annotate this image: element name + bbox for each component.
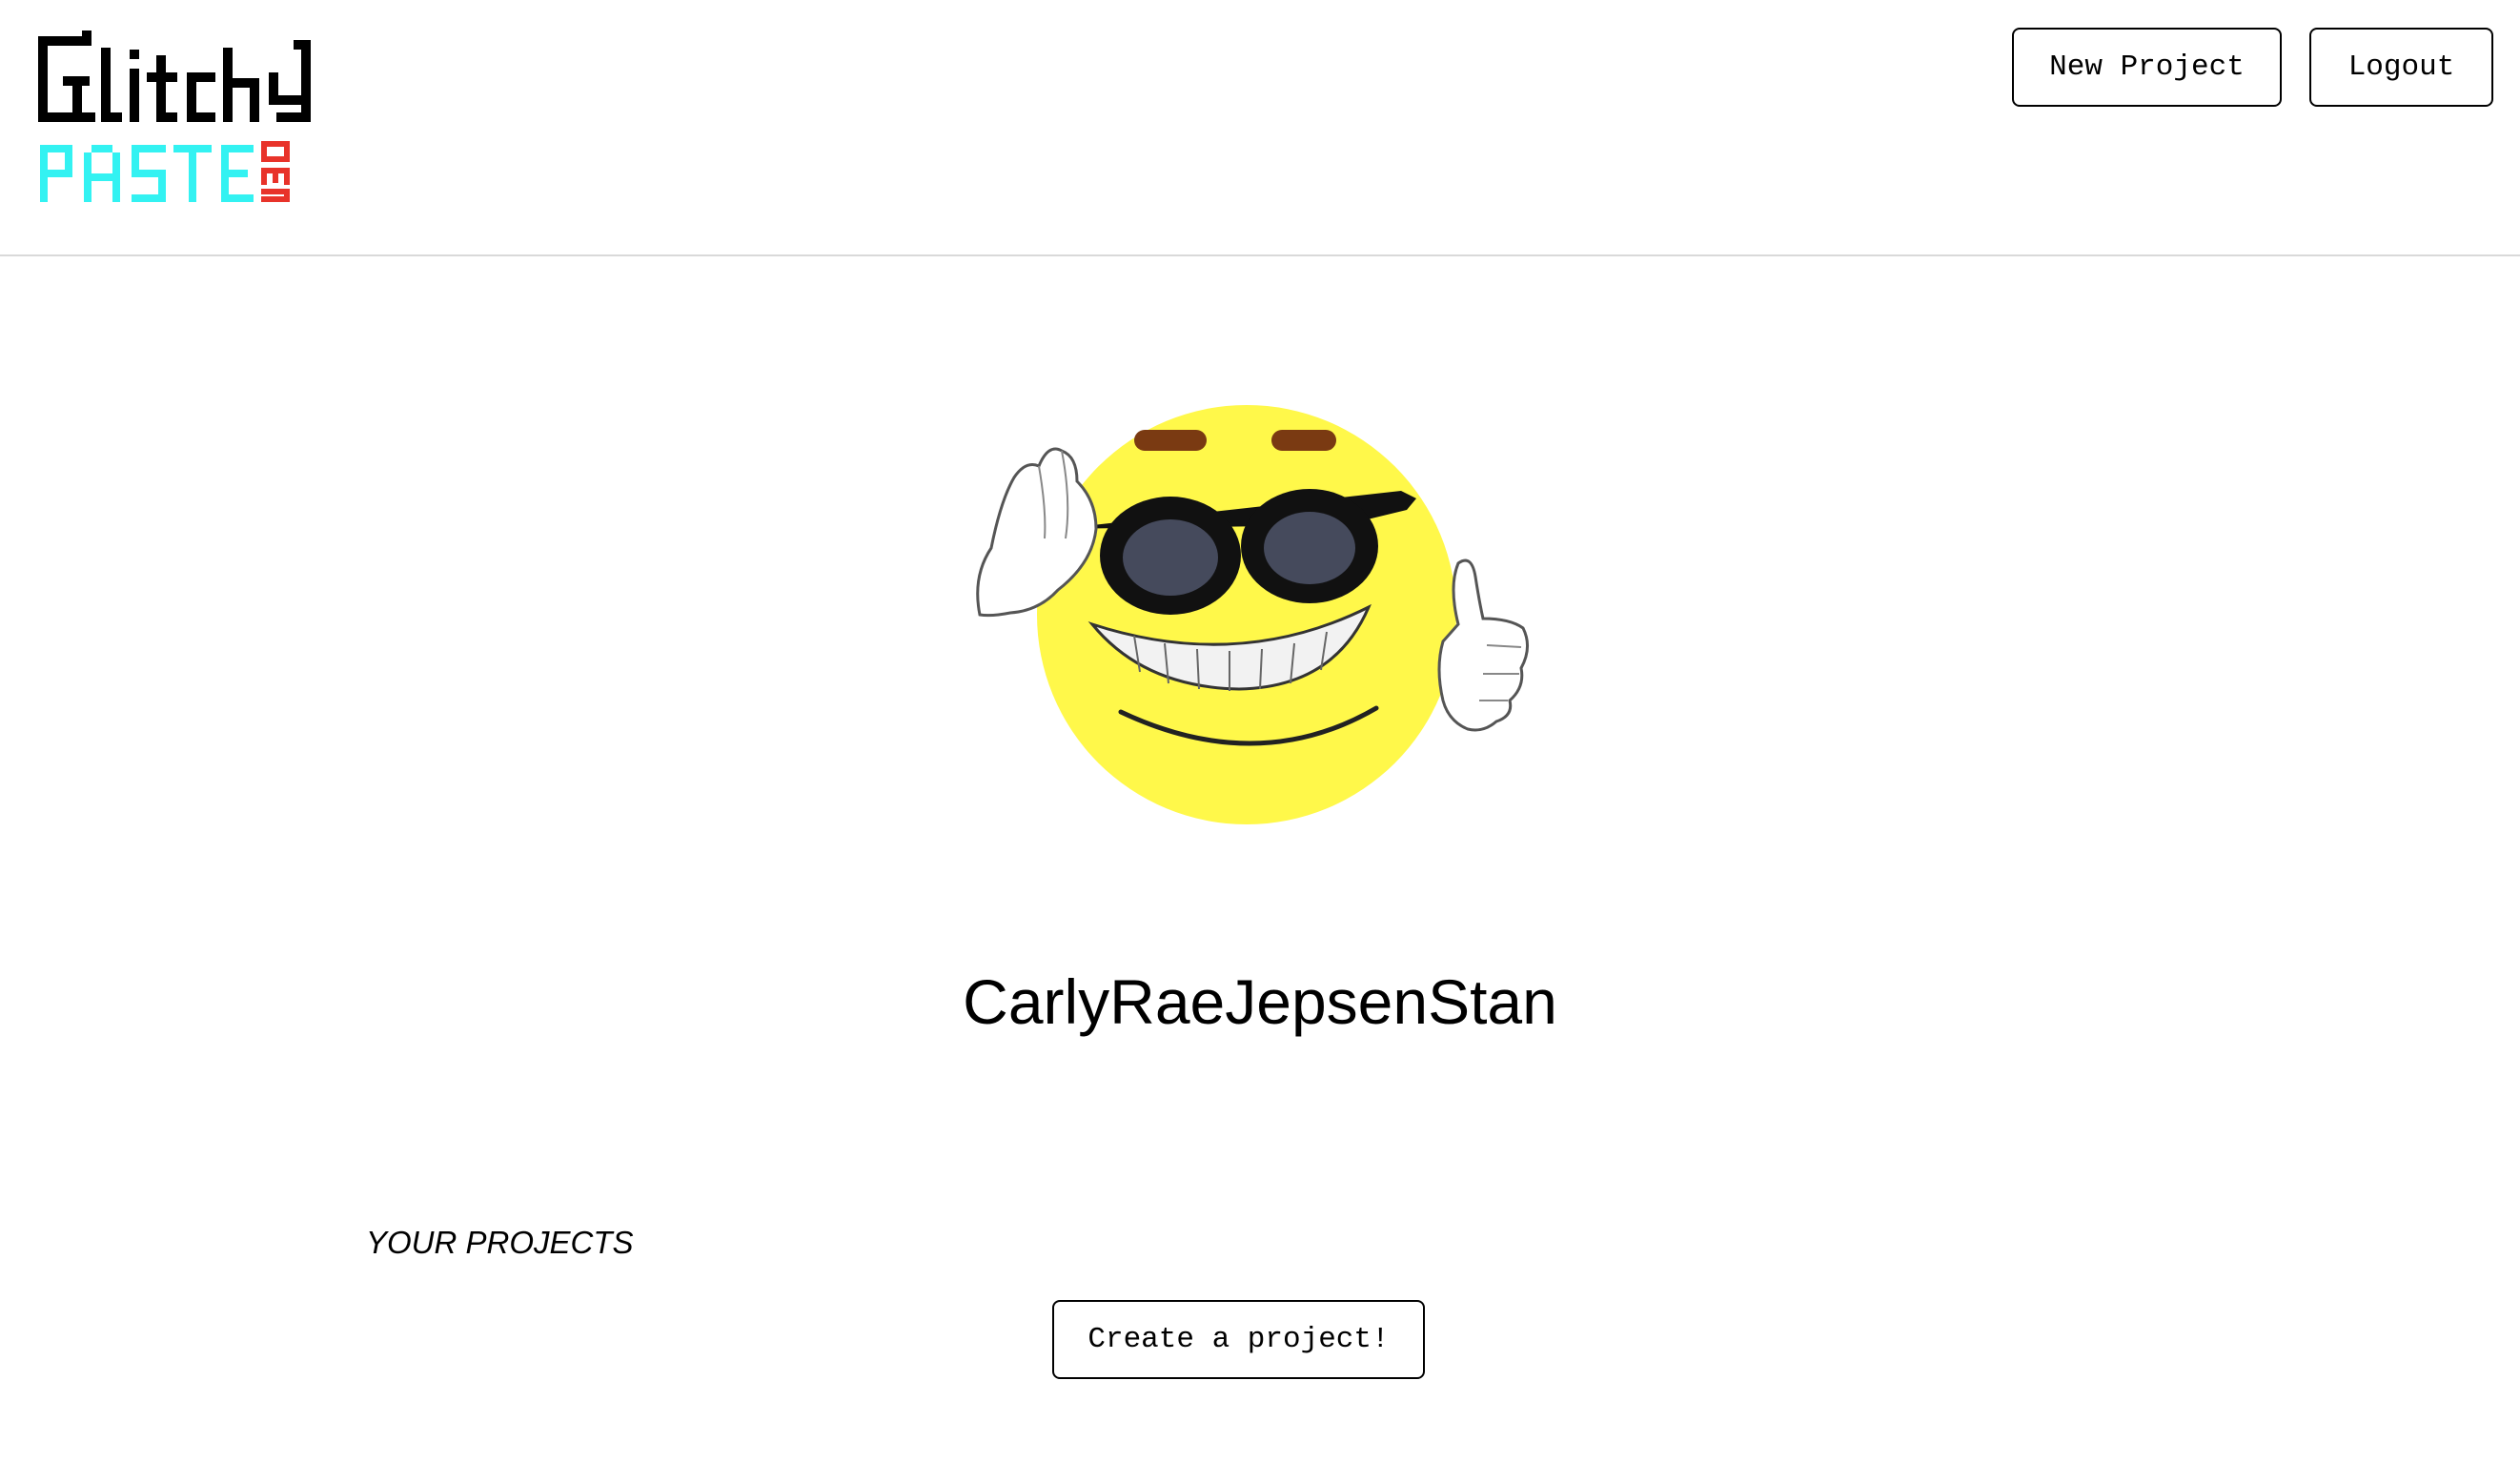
top-bar: New Project Logout <box>0 0 2520 256</box>
your-projects-heading: YOUR PROJECTS <box>366 1225 634 1260</box>
sunglasses-smiley-icon <box>976 405 1529 824</box>
create-project-button[interactable]: Create a project! <box>1052 1300 1425 1379</box>
profile-avatar <box>953 386 1544 843</box>
logout-button[interactable]: Logout <box>2309 28 2493 107</box>
profile-username: CarlyRaeJepsenStan <box>963 966 1557 1037</box>
glitchy-paste-logo[interactable] <box>34 30 320 212</box>
page: New Project Logout CarlyRaeJepsenStan YO… <box>0 0 2520 1462</box>
logo-graphic <box>38 30 311 202</box>
new-project-button[interactable]: New Project <box>2012 28 2282 107</box>
